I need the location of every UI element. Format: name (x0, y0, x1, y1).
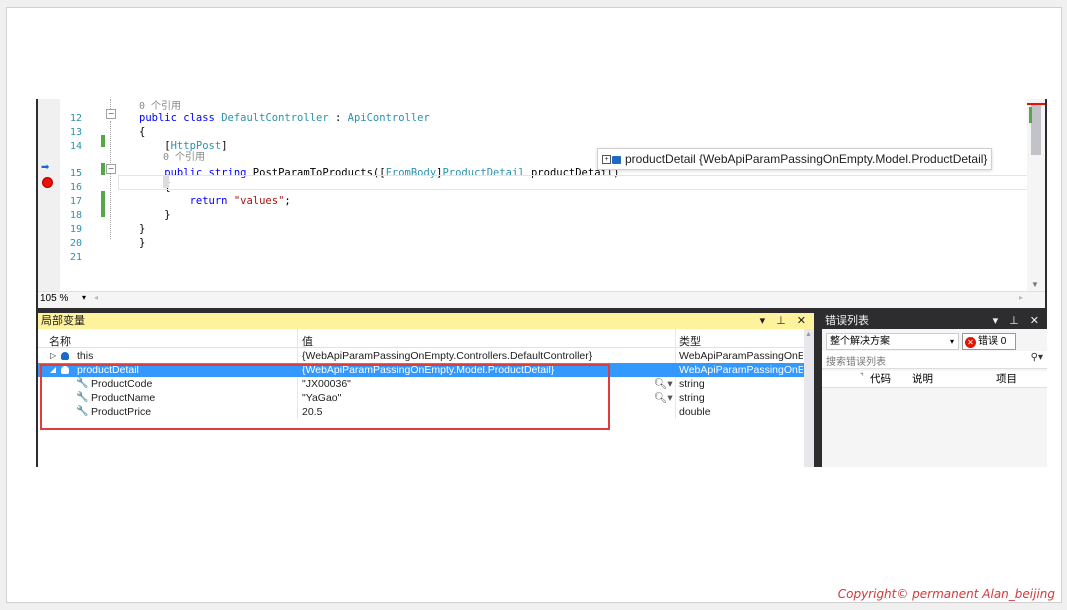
scope-value: 整个解决方案 (830, 336, 890, 347)
code-token: DefaultController (221, 112, 329, 124)
line-number: 18 (69, 210, 82, 221)
col-header-description[interactable]: 说明 (912, 371, 933, 387)
search-icon[interactable]: ⚲▾ (1031, 352, 1043, 363)
scroll-marker (1029, 107, 1032, 123)
breakpoint-icon[interactable] (42, 177, 53, 188)
code-token: ] (221, 140, 228, 152)
code-token: ; (284, 195, 291, 207)
scroll-down-arrow-icon[interactable]: ▼ (1031, 280, 1039, 289)
outline-line (110, 121, 111, 239)
code-line[interactable]: return "values"; (139, 195, 291, 207)
var-type: string (679, 378, 705, 390)
data-tip-text: productDetail {WebApiParamPassingOnEmpty… (625, 152, 988, 166)
editor-vertical-scrollbar[interactable]: ▼ (1027, 99, 1045, 291)
object-icon (61, 349, 69, 363)
line-number: 15 (69, 168, 82, 179)
code-token: } (139, 209, 171, 221)
hscroll-right-arrow-icon[interactable]: ▸ (1019, 293, 1023, 302)
var-type: WebApiParamPassingOnEm (679, 364, 803, 376)
line-number: 19 (69, 224, 82, 235)
expand-icon[interactable]: + (602, 155, 611, 165)
text-visualizer-search-icon[interactable]: 🔍︎▾ (654, 377, 673, 391)
line-number: 16 (69, 182, 82, 193)
code-line[interactable]: } (139, 209, 171, 221)
copyright-watermark: Copyright© permanent Alan_beijing (837, 587, 1055, 601)
editor-bottom-bar: 105 % ▾ ◂ ▸ (38, 291, 1045, 308)
code-token: "values" (233, 195, 285, 207)
zoom-dropdown-arrow-icon[interactable]: ▾ (82, 293, 86, 302)
collapse-toggle[interactable]: − (106, 164, 116, 174)
code-token: public class (139, 112, 222, 124)
dropdown-arrow-icon: ▾ (949, 337, 954, 346)
line-number: 17 (69, 196, 82, 207)
col-header-code[interactable]: 代码 (870, 371, 891, 387)
line-number: 21 (69, 252, 82, 263)
locals-title-bar: 局部变量 ▾ ⊥ ✕ (38, 313, 814, 329)
code-editor[interactable]: ➡ 0 个引用 12 public class DefaultController… (38, 97, 1045, 308)
change-bar (101, 135, 105, 147)
var-type: string (679, 392, 705, 404)
errors-count-label: 错误 0 (978, 336, 1007, 347)
scroll-marker (1027, 103, 1045, 105)
current-line-highlight (118, 175, 1028, 190)
locals-row-this[interactable]: ▷ this {WebApiParamPassingOnEmpty.Contro… (38, 349, 804, 363)
code-token: { (139, 126, 146, 138)
error-list-header: ⌝ 代码 说明 项目 (822, 371, 1047, 388)
current-statement-arrow-icon: ➡ (41, 162, 50, 173)
var-type: WebApiParamPassingOnEm (679, 350, 803, 362)
hscroll-left-arrow-icon[interactable]: ◂ (94, 293, 98, 302)
locals-vertical-scrollbar[interactable]: ▲ (804, 329, 814, 467)
scrollbar-thumb[interactable] (1031, 103, 1041, 155)
search-placeholder: 搜索错误列表 (826, 357, 886, 368)
error-list-title: 错误列表 (825, 315, 869, 327)
change-bar (101, 191, 105, 217)
change-bar (101, 163, 105, 175)
caret-brace-highlight (163, 176, 169, 188)
expand-arrow-icon[interactable]: ▷ (50, 349, 56, 363)
errors-filter-button[interactable]: ✕ 错误 0 (962, 333, 1016, 350)
code-token: return (139, 195, 234, 207)
collapse-toggle[interactable]: − (106, 109, 116, 119)
error-list-window: 错误列表 ▾ ⊥ ✕ 整个解决方案 ▾ ✕ 错误 0 搜索错误列表 ⚲▾ ⌝ 代码… (822, 313, 1047, 467)
line-number: 12 (69, 113, 82, 124)
code-token: } (139, 223, 146, 235)
visual-studio-window: ➡ 0 个引用 12 public class DefaultController… (36, 99, 1047, 467)
locals-title: 局部变量 (41, 315, 85, 327)
object-icon (612, 155, 621, 164)
highlight-annotation-box (40, 364, 610, 430)
code-line[interactable]: } (139, 223, 145, 235)
line-number: 20 (69, 238, 82, 249)
error-search-box[interactable]: 搜索错误列表 ⚲▾ (822, 351, 1047, 369)
filter-icon[interactable]: ⌝ (860, 369, 864, 385)
var-name: this (77, 350, 94, 362)
col-header-project[interactable]: 项目 (996, 371, 1017, 387)
code-line[interactable]: } (139, 237, 145, 249)
error-icon: ✕ (965, 337, 976, 348)
error-list-title-bar: 错误列表 ▾ ⊥ ✕ (822, 313, 1047, 329)
var-value: {WebApiParamPassingOnEmpty.Controllers.D… (302, 350, 593, 362)
data-tip[interactable]: + productDetail {WebApiParamPassingOnEmpt… (597, 148, 993, 170)
reference-count-method[interactable]: 0 个引用 (163, 148, 205, 163)
line-number: 14 (69, 141, 82, 152)
code-line[interactable]: public class DefaultController : ApiCont… (139, 112, 430, 124)
locals-window-controls[interactable]: ▾ ⊥ ✕ (760, 313, 810, 329)
code-line[interactable]: { (139, 126, 145, 138)
line-number: 13 (69, 127, 82, 138)
code-token: } (139, 237, 146, 249)
text-visualizer-search-icon[interactable]: 🔍︎▾ (654, 391, 673, 405)
reference-count-top[interactable]: 0 个引用 (139, 97, 181, 112)
glyph-margin: ➡ (38, 99, 60, 291)
code-token: ApiController (347, 112, 430, 124)
error-list-window-controls[interactable]: ▾ ⊥ ✕ (993, 313, 1043, 329)
header-divider (38, 347, 804, 348)
code-token: : (328, 112, 348, 124)
var-type: double (679, 406, 711, 418)
scroll-up-arrow-icon[interactable]: ▲ (805, 331, 812, 338)
scope-dropdown[interactable]: 整个解决方案 ▾ (826, 333, 959, 350)
zoom-level[interactable]: 105 % (40, 293, 68, 304)
